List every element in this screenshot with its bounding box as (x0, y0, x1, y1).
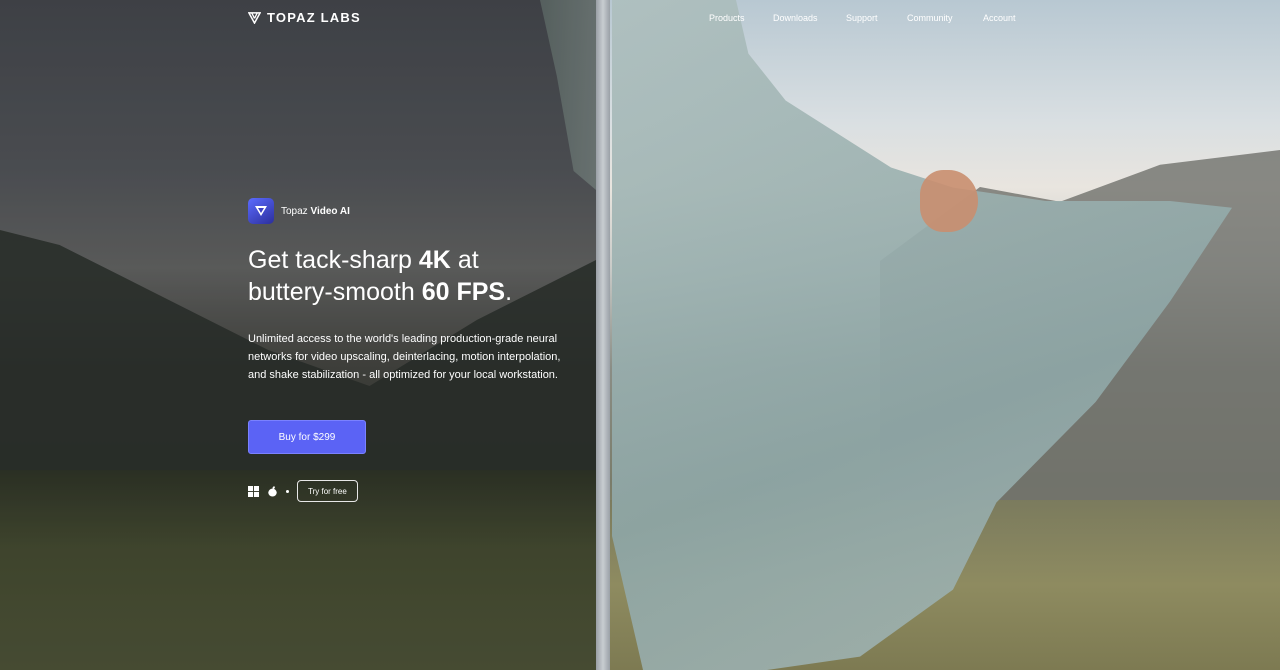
product-brand: Topaz (281, 205, 308, 217)
nav-link-community[interactable]: Community (907, 13, 953, 23)
product-name: Topaz Video AI (281, 206, 350, 217)
play-triangle-icon (255, 206, 267, 216)
top-nav: TOPAZ LABS Products Downloads Support Co… (0, 0, 1280, 36)
platform-row: Try for free (248, 480, 358, 502)
topaz-logo-icon (248, 12, 261, 24)
buy-button[interactable]: Buy for $299 (248, 420, 366, 454)
product-badge: Topaz Video AI (248, 198, 350, 224)
nav-link-downloads[interactable]: Downloads (773, 13, 818, 23)
try-for-free-button[interactable]: Try for free (297, 480, 358, 502)
hand (920, 170, 978, 232)
windows-icon (248, 485, 259, 497)
hero-background (0, 0, 1280, 670)
comparison-slider-handle[interactable] (596, 0, 610, 670)
separator-dot (286, 489, 289, 493)
nav-link-account[interactable]: Account (983, 13, 1016, 23)
hero-description: Unlimited access to the world's leading … (248, 333, 561, 381)
logo[interactable]: TOPAZ LABS (248, 10, 361, 25)
logo-text: TOPAZ LABS (267, 10, 361, 25)
video-ai-app-icon (248, 198, 274, 224)
product-title: Video AI (310, 205, 350, 217)
nav-link-support[interactable]: Support (846, 13, 878, 23)
apple-icon (268, 485, 277, 497)
hero-headline: Get tack-sharp 4K at buttery-smooth 60 FP… (248, 246, 513, 306)
nav-link-products[interactable]: Products (709, 13, 745, 23)
